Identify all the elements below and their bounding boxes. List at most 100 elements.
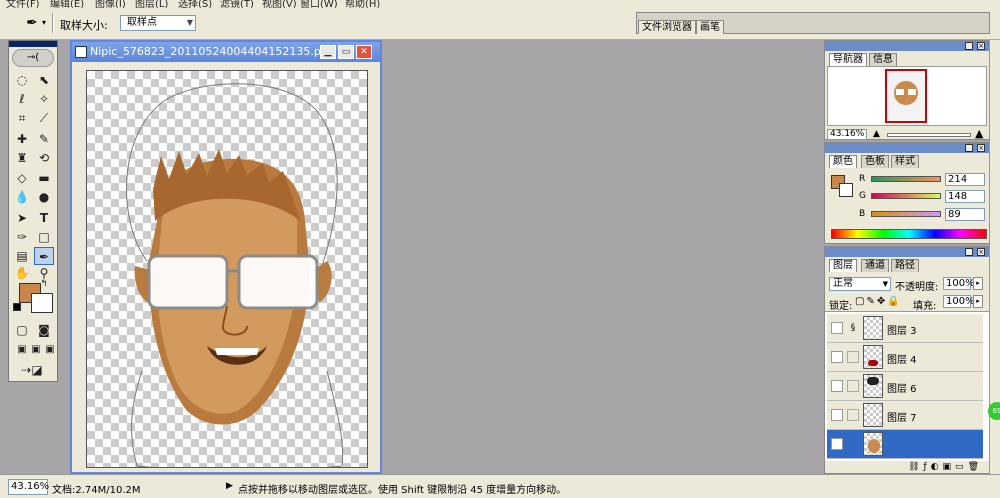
- panel-minimize-button[interactable]: _: [965, 248, 973, 256]
- lasso-tool-icon[interactable]: ℓ: [12, 90, 32, 108]
- notes-tool-icon[interactable]: ▤: [12, 247, 32, 265]
- panel-close-button[interactable]: ×: [977, 144, 985, 152]
- link-icon[interactable]: §: [847, 322, 859, 334]
- toolbox-title-bar[interactable]: [9, 41, 57, 47]
- swap-colors-icon[interactable]: ↰: [37, 279, 51, 289]
- hand-tool-icon[interactable]: ✋: [12, 264, 32, 282]
- sample-size-select[interactable]: 取样点 ▼: [120, 15, 196, 31]
- zoom-in-icon[interactable]: ▲: [975, 127, 983, 140]
- blur-tool-icon[interactable]: 💧: [12, 188, 32, 206]
- move-tool-icon[interactable]: ⬉: [34, 71, 54, 89]
- pen-tool-icon[interactable]: ✑: [12, 228, 32, 246]
- standard-mode-icon[interactable]: ▢: [12, 321, 32, 339]
- screen-mode-full-icon[interactable]: ▣: [40, 341, 60, 359]
- photoshop-logo-icon[interactable]: ⊸(: [12, 49, 54, 67]
- quickmask-mode-icon[interactable]: ◙: [34, 321, 54, 339]
- tab-info[interactable]: 信息: [869, 53, 897, 66]
- healing-brush-icon[interactable]: ✚: [12, 130, 32, 148]
- lock-icons[interactable]: ▢✎✥🔒: [855, 296, 902, 307]
- menu-layer[interactable]: 图层(L): [135, 0, 168, 8]
- history-brush-icon[interactable]: ⟲: [34, 149, 54, 167]
- menu-view[interactable]: 视图(V): [262, 0, 297, 8]
- zoom-out-icon[interactable]: ▲: [873, 129, 880, 139]
- panel-minimize-button[interactable]: _: [965, 42, 973, 50]
- menu-image[interactable]: 图像(I): [95, 0, 126, 8]
- layers-title-bar[interactable]: _ ×: [825, 247, 989, 257]
- color-title-bar[interactable]: _ ×: [825, 143, 989, 153]
- tab-channels[interactable]: 通道: [861, 259, 889, 272]
- r-value-field[interactable]: 214: [945, 173, 985, 186]
- gradient-tool-icon[interactable]: ▬: [34, 169, 54, 187]
- tab-file-browser[interactable]: 文件浏览器: [638, 20, 696, 34]
- minimize-button[interactable]: ▁: [320, 45, 336, 59]
- tab-styles[interactable]: 样式: [891, 155, 919, 168]
- r-slider[interactable]: [871, 176, 941, 182]
- opacity-field[interactable]: 100%: [943, 277, 975, 290]
- menu-select[interactable]: 选择(S): [178, 0, 212, 8]
- layers-bottom-toolbar[interactable]: ⛓ƒ◐▣▭🗑: [825, 461, 989, 473]
- g-slider[interactable]: [871, 193, 941, 199]
- magic-wand-icon[interactable]: ✧: [34, 90, 54, 108]
- menu-filter[interactable]: 滤镜(T): [220, 0, 254, 8]
- layer-row[interactable]: 图层 6: [827, 372, 983, 401]
- background-color-swatch[interactable]: [31, 293, 53, 313]
- menu-help[interactable]: 帮助(H): [345, 0, 380, 8]
- menu-edit[interactable]: 编辑(E): [50, 0, 84, 8]
- navigator-thumbnail[interactable]: [885, 69, 927, 123]
- link-box[interactable]: [847, 380, 859, 392]
- tab-navigator[interactable]: 导航器: [829, 53, 867, 66]
- dodge-tool-icon[interactable]: ●: [34, 188, 54, 206]
- navigator-title-bar[interactable]: _ ×: [825, 41, 989, 51]
- tab-color[interactable]: 颜色: [829, 155, 857, 168]
- play-arrow-icon[interactable]: ▶: [226, 481, 233, 491]
- layer-row[interactable]: § 图层 3: [827, 314, 983, 343]
- panel-minimize-button[interactable]: _: [965, 144, 973, 152]
- status-doc-size[interactable]: 文档:2.74M/10.2M: [52, 481, 141, 496]
- fill-field[interactable]: 100%: [943, 295, 975, 308]
- marquee-tool-icon[interactable]: ◌: [12, 71, 32, 89]
- g-value-field[interactable]: 148: [945, 190, 985, 203]
- menu-window[interactable]: 窗口(W): [300, 0, 338, 8]
- fill-arrow-button[interactable]: ▸: [973, 295, 983, 308]
- floating-badge[interactable]: 69: [988, 402, 1000, 420]
- link-box[interactable]: [847, 351, 859, 363]
- crop-tool-icon[interactable]: ⌗: [12, 109, 32, 127]
- b-slider[interactable]: [871, 211, 941, 217]
- path-select-icon[interactable]: ➤: [12, 209, 32, 227]
- visibility-toggle[interactable]: [831, 409, 843, 421]
- menu-file[interactable]: 文件(F): [6, 0, 40, 8]
- zoom-slider[interactable]: [887, 133, 971, 137]
- layer-row-selected[interactable]: [827, 430, 983, 459]
- image-canvas[interactable]: [86, 70, 368, 468]
- chevron-down-icon[interactable]: ▾: [42, 14, 46, 32]
- eyedropper-tool-preset-icon[interactable]: ✒: [22, 14, 42, 32]
- link-box[interactable]: [847, 409, 859, 421]
- visibility-toggle[interactable]: [831, 351, 843, 363]
- eyedropper-tool-icon[interactable]: ✒: [34, 247, 54, 265]
- panel-close-button[interactable]: ×: [977, 248, 985, 256]
- tab-paths[interactable]: 路径: [891, 259, 919, 272]
- close-button[interactable]: ✕: [356, 45, 372, 59]
- b-value-field[interactable]: 89: [945, 208, 985, 221]
- eraser-tool-icon[interactable]: ◇: [12, 169, 32, 187]
- blend-mode-select[interactable]: 正常 ▼: [829, 277, 891, 291]
- navigator-zoom-field[interactable]: 43.16%: [827, 129, 867, 140]
- jump-to-imageready-icon[interactable]: ⇢◪: [12, 361, 52, 379]
- panel-close-button[interactable]: ×: [977, 42, 985, 50]
- status-zoom-field[interactable]: 43.16%: [8, 479, 49, 495]
- opacity-arrow-button[interactable]: ▸: [973, 277, 983, 290]
- brush-tool-icon[interactable]: ✎: [34, 130, 54, 148]
- clone-stamp-icon[interactable]: ♜: [12, 149, 32, 167]
- type-tool-icon[interactable]: T: [34, 209, 54, 227]
- visibility-toggle[interactable]: [831, 322, 843, 334]
- shape-tool-icon[interactable]: □: [34, 228, 54, 246]
- layer-row[interactable]: 图层 4: [827, 343, 983, 372]
- tab-layers[interactable]: 图层: [829, 259, 857, 272]
- visibility-toggle[interactable]: [831, 438, 843, 450]
- visibility-toggle[interactable]: [831, 380, 843, 392]
- tab-swatches[interactable]: 色板: [861, 155, 889, 168]
- color-background-swatch[interactable]: [839, 183, 853, 197]
- layer-row[interactable]: 图层 7: [827, 401, 983, 430]
- tab-brushes[interactable]: 画笔: [696, 20, 724, 34]
- slice-tool-icon[interactable]: ⟋: [34, 109, 54, 127]
